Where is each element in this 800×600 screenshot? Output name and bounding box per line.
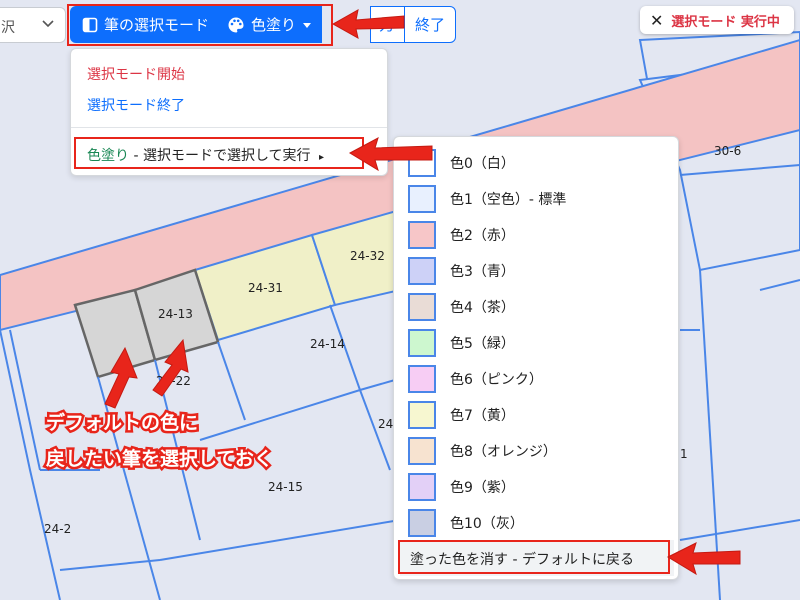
- menu-item-paint-suffix: - 選択モードで選択して実行: [129, 148, 311, 164]
- status-label: 選択モード 実行中: [671, 14, 780, 30]
- color-menu-item[interactable]: 色1（空色）- 標準: [408, 184, 566, 214]
- submenu-arrow-icon: ▸: [319, 152, 325, 163]
- color-label: 色7（黄）: [450, 408, 515, 424]
- color-submenu: 色0（白） 色1（空色）- 標準 色2（赤） 色3（青） 色4（茶） 色5（緑） 色6（ピン…: [393, 136, 679, 580]
- toolbar: 筆の選択モード 色塗り: [70, 6, 584, 43]
- output-button[interactable]: 力: [370, 6, 404, 43]
- color-menu-item[interactable]: 色5（緑）: [408, 328, 515, 358]
- parcel-label: 24-32: [350, 249, 385, 263]
- end-button[interactable]: 終了: [404, 6, 457, 43]
- parcel-label: 30-6: [714, 144, 741, 158]
- color-menu-item[interactable]: 色6（ピンク）: [408, 364, 543, 394]
- color-label: 色10（灰）: [450, 516, 524, 532]
- color-label: 色2（赤）: [450, 228, 515, 244]
- color-swatch: [408, 329, 436, 357]
- color-swatch: [408, 149, 436, 177]
- parcel-label: 24-2: [44, 522, 71, 536]
- color-label: 色8（オレンジ）: [450, 444, 557, 460]
- color-menu-item[interactable]: 色9（紫）: [408, 472, 515, 502]
- menu-divider: [71, 127, 387, 128]
- color-label: 色1（空色）- 標準: [450, 192, 567, 208]
- parcel-label: 1: [680, 447, 688, 461]
- color-menu-item[interactable]: 色8（オレンジ）: [408, 436, 557, 466]
- selection-mode-label: 筆の選択モード: [104, 16, 210, 34]
- color-swatch: [408, 185, 436, 213]
- color-swatch: [408, 221, 436, 249]
- color-menu-item[interactable]: 色0（白）: [408, 148, 515, 178]
- parcel-label: 24-13: [158, 307, 193, 321]
- annotation-line-1: デフォルトの色に: [43, 410, 200, 437]
- color-menu-item[interactable]: 色4（茶）: [408, 292, 515, 322]
- paint-button-label: 色塗り: [251, 16, 297, 34]
- layer-select[interactable]: 沢: [0, 7, 66, 43]
- layout-sidebar-icon: [82, 17, 98, 32]
- color-swatch: [408, 257, 436, 285]
- layer-select-value: 沢: [1, 20, 15, 36]
- selection-mode-button[interactable]: 筆の選択モード: [70, 6, 222, 43]
- parcel-label: 24-22: [156, 374, 191, 388]
- menu-item-paint-prefix: 色塗り: [87, 148, 129, 164]
- parcel-label: 24: [378, 417, 393, 431]
- parcel-label: 24-14: [310, 337, 345, 351]
- color-swatch: [408, 293, 436, 321]
- color-label: 色5（緑）: [450, 336, 515, 352]
- caret-down-icon: [303, 22, 312, 28]
- menu-item-start-selection[interactable]: 選択モード開始: [87, 64, 185, 84]
- menu-item-paint[interactable]: 色塗り - 選択モードで選択して実行 ▸: [87, 145, 324, 165]
- reset-color-label: 塗った色を消す - デフォルトに戻る: [410, 552, 634, 568]
- output-button-label: 力: [378, 16, 394, 34]
- paint-dropdown-menu: 選択モード開始 選択モード終了 色塗り - 選択モードで選択して実行 ▸: [70, 48, 388, 176]
- color-menu-item[interactable]: 色10（灰）: [408, 508, 524, 538]
- selection-mode-status-badge[interactable]: ✕ 選択モード 実行中: [640, 6, 794, 34]
- color-menu-item[interactable]: 色7（黄）: [408, 400, 515, 430]
- color-label: 色4（茶）: [450, 300, 515, 316]
- palette-icon: [228, 17, 244, 32]
- color-swatch: [408, 473, 436, 501]
- color-swatch: [408, 365, 436, 393]
- chevron-down-icon: [42, 20, 54, 28]
- parcel-label: 24-31: [248, 281, 283, 295]
- menu-item-end-selection[interactable]: 選択モード終了: [87, 95, 185, 115]
- reset-color-menu-item[interactable]: 塗った色を消す - デフォルトに戻る: [400, 540, 674, 576]
- color-label: 色0（白）: [450, 156, 515, 172]
- color-swatch: [408, 401, 436, 429]
- color-label: 色6（ピンク）: [450, 372, 543, 388]
- color-menu-item[interactable]: 色2（赤）: [408, 220, 515, 250]
- end-button-label: 終了: [415, 16, 446, 34]
- color-label: 色9（紫）: [450, 480, 515, 496]
- parcel-label: 24-15: [268, 480, 303, 494]
- color-swatch: [408, 437, 436, 465]
- color-swatch: [408, 509, 436, 537]
- color-menu-item[interactable]: 色3（青）: [408, 256, 515, 286]
- color-label: 色3（青）: [450, 264, 515, 280]
- close-icon[interactable]: ✕: [650, 11, 663, 30]
- paint-dropdown-button[interactable]: 色塗り: [221, 6, 323, 43]
- annotation-line-2: 戻したい筆を選択しておく: [44, 446, 276, 473]
